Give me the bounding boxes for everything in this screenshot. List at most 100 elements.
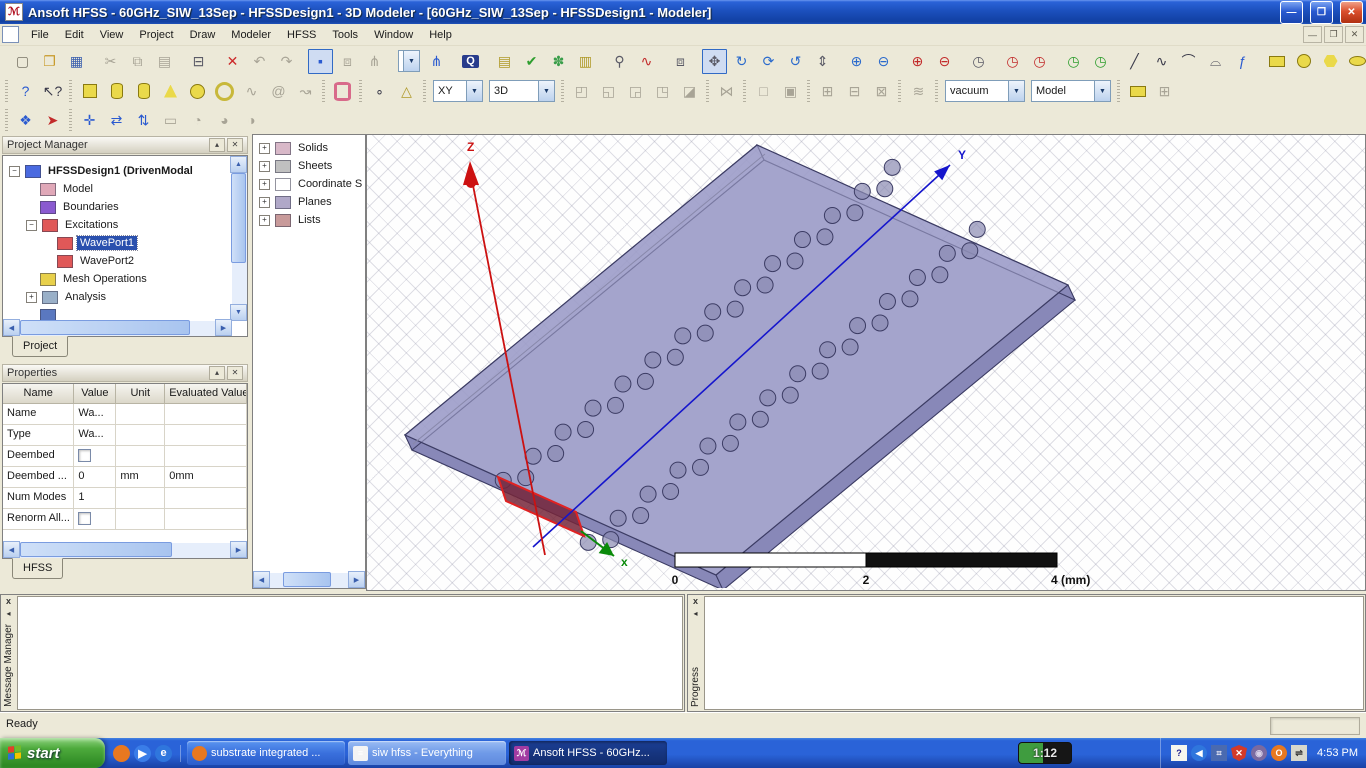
hscroll-thumb[interactable] <box>20 542 172 557</box>
zoom-out-window-icon[interactable]: ⊖ <box>871 49 896 74</box>
hscroll-thumb[interactable] <box>20 320 190 335</box>
expand-icon[interactable]: + <box>259 214 270 226</box>
close-panel-icon[interactable]: x <box>6 597 11 606</box>
material-combo[interactable]: vacuum ▼ <box>945 80 1025 102</box>
scroll-right-icon[interactable]: ▶ <box>230 541 247 558</box>
close-panel-icon[interactable]: ✕ <box>227 138 243 152</box>
move-rotate-icon[interactable]: ⇅ <box>131 108 156 133</box>
draw-cylinder-icon[interactable] <box>104 79 129 104</box>
expand-icon[interactable]: + <box>259 160 270 172</box>
draw-sphere-icon[interactable] <box>185 79 210 104</box>
usb-icon[interactable]: ⇌ <box>1291 745 1308 761</box>
print-icon[interactable]: ⊟ <box>186 49 211 74</box>
edit-sources-icon[interactable]: ▤ <box>492 49 517 74</box>
tree-item-hfssdesign1-drivenmodal[interactable]: − HFSSDesign1 (DrivenModal <box>3 162 247 180</box>
avg-icon[interactable]: O <box>1271 745 1288 761</box>
mdi-close-button[interactable]: ✕ <box>1345 26 1364 43</box>
expand-icon[interactable]: + <box>259 142 270 154</box>
collapse-icon[interactable]: ◂ <box>693 609 697 618</box>
copy-icon[interactable]: ⧉ <box>125 49 150 74</box>
toolbar-grip[interactable] <box>5 80 8 102</box>
checkbox[interactable] <box>78 449 92 462</box>
select-faces-icon[interactable]: ⧈ <box>335 49 360 74</box>
property-value[interactable] <box>116 446 166 466</box>
tab-project[interactable]: Project <box>12 336 69 357</box>
mdi-restore-button[interactable]: ❐ <box>1324 26 1343 43</box>
menu-project[interactable]: Project <box>131 27 181 43</box>
column-header-value[interactable]: Value <box>74 384 117 403</box>
tree-item-sheets[interactable]: + Sheets <box>253 157 365 175</box>
dropdown-arrow-icon[interactable]: ▼ <box>403 51 419 71</box>
security-shield-icon[interactable]: ✕ <box>1231 745 1248 761</box>
view-orientation-2-icon[interactable]: ◷ <box>1088 49 1113 74</box>
object-attributes-icon[interactable] <box>1125 79 1150 104</box>
close-panel-icon[interactable]: x <box>693 597 698 606</box>
column-header-name[interactable]: Name <box>3 384 75 403</box>
expand-icon[interactable]: + <box>26 291 37 303</box>
show-connections-icon[interactable]: ⋔ <box>424 49 449 74</box>
toolbar-grip[interactable] <box>5 109 8 131</box>
column-header-evaluated-value[interactable]: Evaluated Value <box>165 384 247 403</box>
property-value[interactable]: mm <box>116 467 166 487</box>
tree-item-analysis[interactable]: + Analysis <box>3 288 247 306</box>
draw-arc-3point-icon[interactable]: ⌓ <box>1203 49 1228 74</box>
dropdown-arrow-icon[interactable]: ▼ <box>538 81 554 101</box>
view-mode-combo[interactable]: 3D ▼ <box>489 80 555 102</box>
draw-helix-icon[interactable]: ∿ <box>239 79 264 104</box>
property-value[interactable] <box>116 509 166 529</box>
wmp-icon[interactable]: ▶ <box>134 744 151 762</box>
scroll-left-icon[interactable]: ◀ <box>3 541 20 558</box>
draw-torus-icon[interactable] <box>212 79 237 104</box>
menu-edit[interactable]: Edit <box>57 27 92 43</box>
coordinate-plane-combo[interactable]: XY ▼ <box>433 80 483 102</box>
dynamic-zoom-icon[interactable]: ⇕ <box>810 49 835 74</box>
validation-check-icon[interactable]: ✔ <box>519 49 544 74</box>
dropdown-arrow-icon[interactable]: ▼ <box>1008 81 1024 101</box>
menu-view[interactable]: View <box>92 27 132 43</box>
solve-setup-icon[interactable]: ⚲ <box>607 49 632 74</box>
property-value[interactable] <box>116 425 166 445</box>
menu-hfss[interactable]: HFSS <box>279 27 324 43</box>
draw-rectangle-icon[interactable] <box>1264 49 1289 74</box>
tree-item-coordinate-s[interactable]: + Coordinate S <box>253 175 365 193</box>
property-value[interactable] <box>165 509 247 529</box>
menu-modeler[interactable]: Modeler <box>223 27 279 43</box>
collapse-icon[interactable]: ▴ <box>209 138 225 152</box>
duplicate-around-axis-icon[interactable]: ◲ <box>623 79 648 104</box>
taskbar-button-substrate-integrated[interactable]: substrate integrated ... <box>187 741 345 765</box>
collapse-icon[interactable]: ◂ <box>6 609 10 618</box>
whats-this-help-icon[interactable]: ↖? <box>40 79 65 104</box>
property-value[interactable]: Wa... <box>74 425 117 445</box>
redo-icon[interactable]: ↷ <box>274 49 299 74</box>
taskbar-button-ansoft-hfss-60ghz[interactable]: ℳ Ansoft HFSS - 60GHz... <box>509 741 667 765</box>
draw-spiral-icon[interactable]: @ <box>266 79 291 104</box>
scroll-right-icon[interactable]: ▶ <box>215 319 232 336</box>
property-value[interactable] <box>165 488 247 508</box>
property-value[interactable]: 1 <box>74 488 117 508</box>
tree-item-waveport1[interactable]: WavePort1 <box>3 234 247 252</box>
property-value[interactable] <box>74 509 117 529</box>
cut-icon[interactable]: ✂ <box>98 49 123 74</box>
fit-selection-icon[interactable]: ◷ <box>1000 49 1025 74</box>
battery-meter[interactable]: 1:12 <box>1018 742 1073 764</box>
property-value[interactable] <box>165 404 247 424</box>
scroll-left-icon[interactable]: ◀ <box>253 571 270 588</box>
property-value[interactable] <box>165 446 247 466</box>
draw-ellipse-icon[interactable] <box>1345 49 1366 74</box>
start-button[interactable]: start <box>0 738 105 768</box>
toolbar-grip[interactable] <box>807 80 810 102</box>
menu-file[interactable]: File <box>23 27 57 43</box>
toolbar-grip[interactable] <box>898 80 901 102</box>
vscroll-thumb[interactable] <box>231 173 246 263</box>
create-report-icon[interactable]: ∿ <box>634 49 659 74</box>
checkbox[interactable] <box>78 512 92 525</box>
menu-help[interactable]: Help <box>421 27 460 43</box>
taskbar-button-siw-hfss-everything[interactable]: ≡ siw hfss - Everything <box>348 741 506 765</box>
minimize-button[interactable]: — <box>1280 0 1303 24</box>
tab-hfss[interactable]: HFSS <box>12 558 64 579</box>
scroll-down-icon[interactable]: ▼ <box>230 304 247 321</box>
new-file-icon[interactable]: ▢ <box>10 49 35 74</box>
collapse-icon[interactable]: − <box>26 219 37 231</box>
rotate-model-axis-icon[interactable]: ⟳ <box>756 49 781 74</box>
show-results-icon[interactable]: ▥ <box>573 49 598 74</box>
